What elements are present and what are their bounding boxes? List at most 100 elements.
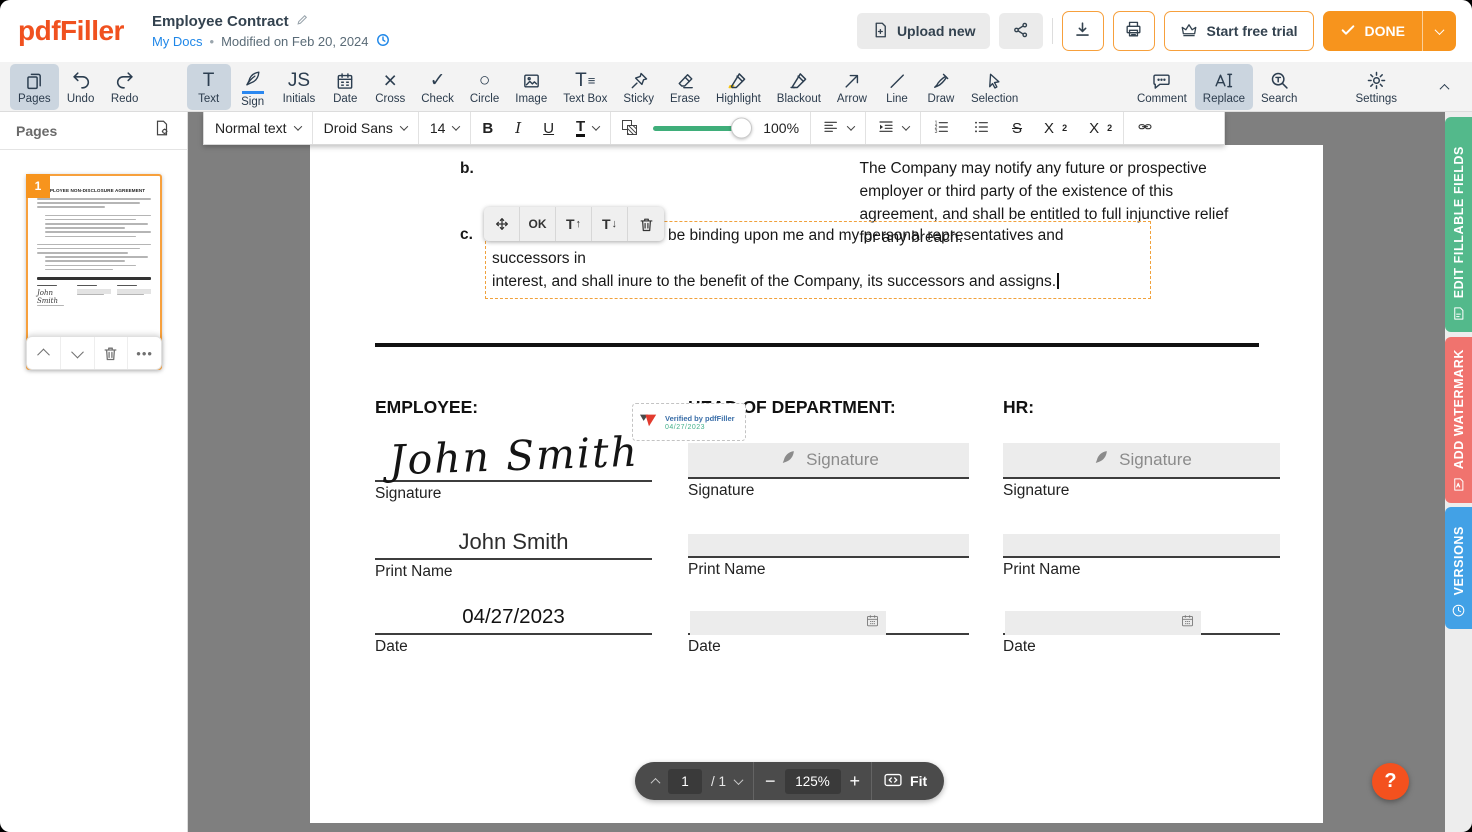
rename-pencil-icon[interactable] xyxy=(296,13,309,31)
tool-redo[interactable]: Redo xyxy=(103,64,147,110)
tool-settings[interactable]: Settings xyxy=(1347,64,1405,110)
tool-highlight[interactable]: Highlight xyxy=(708,64,769,110)
delete-element-button[interactable] xyxy=(628,207,664,241)
highlighter-icon xyxy=(727,68,749,91)
hr-signature-field[interactable]: Signature xyxy=(1003,443,1280,479)
tool-check[interactable]: ✓ Check xyxy=(413,64,462,110)
tool-text[interactable]: T Text xyxy=(187,64,231,110)
align-select[interactable] xyxy=(811,112,865,144)
subscript-button[interactable]: X2 xyxy=(1078,112,1123,144)
page-thumbnail[interactable]: 1 EMPLOYEE NON-DISCLOSURE AGREEMENT John xyxy=(26,174,162,370)
done-button-group: DONE xyxy=(1323,11,1456,51)
paragraph-style-select[interactable]: Normal text xyxy=(204,112,312,144)
edit-fillable-fields-tab[interactable]: EDIT FILLABLE FIELDS xyxy=(1445,117,1472,332)
delete-page-button[interactable] xyxy=(94,337,128,369)
hod-signature-field[interactable]: Signature xyxy=(688,443,969,479)
page-manage-icon[interactable] xyxy=(153,119,171,142)
print-icon xyxy=(1124,20,1143,42)
tool-draw[interactable]: Draw xyxy=(919,64,963,110)
tool-circle[interactable]: ○ Circle xyxy=(462,64,507,110)
sign-quill-icon xyxy=(242,65,263,88)
history-clock-icon[interactable] xyxy=(376,33,390,50)
tool-text-box[interactable]: T≡ Text Box xyxy=(555,64,615,110)
opacity-icon xyxy=(611,112,649,144)
hr-print-name-field[interactable] xyxy=(1003,534,1280,558)
right-tab-strip: EDIT FILLABLE FIELDS ADD WATERMARK VERSI… xyxy=(1445,112,1472,832)
font-size-select[interactable]: 14 xyxy=(419,112,471,144)
bold-button[interactable]: B xyxy=(471,112,504,144)
share-button[interactable] xyxy=(999,13,1043,49)
hod-date-field[interactable] xyxy=(690,611,886,635)
tool-line[interactable]: Line xyxy=(875,64,919,110)
font-size-increase-button[interactable]: T↑ xyxy=(556,207,592,241)
text-color-select[interactable]: T xyxy=(565,112,610,144)
download-button[interactable] xyxy=(1062,11,1104,51)
tool-image[interactable]: Image xyxy=(507,64,555,110)
opacity-slider[interactable] xyxy=(653,126,748,131)
ok-button[interactable]: OK xyxy=(520,207,556,241)
image-icon xyxy=(521,68,542,91)
page-more-options-button[interactable]: ••• xyxy=(127,337,161,369)
tool-replace[interactable]: Replace xyxy=(1195,64,1253,110)
breadcrumb-my-docs[interactable]: My Docs xyxy=(152,34,203,49)
font-family-select[interactable]: Droid Sans xyxy=(313,112,418,144)
bullet-list-icon xyxy=(972,119,990,138)
tool-erase[interactable]: Erase xyxy=(662,64,708,110)
next-page-button[interactable] xyxy=(735,778,742,785)
page-zoom-bar: 1 / 1 − 125% + Fit xyxy=(635,762,944,800)
add-watermark-tab[interactable]: ADD WATERMARK xyxy=(1445,337,1472,503)
tool-search[interactable]: Search xyxy=(1253,64,1305,110)
tool-undo[interactable]: Undo xyxy=(59,64,103,110)
bullet-list-button[interactable] xyxy=(961,112,1001,144)
start-free-trial-button[interactable]: Start free trial xyxy=(1164,11,1314,51)
meta-separator: • xyxy=(210,34,215,49)
employee-print-name-field[interactable]: John Smith xyxy=(375,516,652,560)
done-dropdown-button[interactable] xyxy=(1422,11,1456,51)
upload-new-button[interactable]: Upload new xyxy=(857,13,990,49)
clause-c-line2: interest, and shall inure to the benefit… xyxy=(492,270,1144,293)
tool-pages[interactable]: Pages xyxy=(10,64,59,110)
move-element-button[interactable] xyxy=(484,207,520,241)
underline-button[interactable]: U xyxy=(532,112,565,144)
blackout-marker-icon xyxy=(788,68,810,91)
document-page[interactable]: b. The Company may notify any future or … xyxy=(310,145,1323,823)
ordered-list-button[interactable]: 123 xyxy=(921,112,961,144)
opacity-slider-thumb[interactable] xyxy=(731,118,752,139)
tool-initials[interactable]: JS Initials xyxy=(275,64,324,110)
strikethrough-button[interactable]: S xyxy=(1001,112,1033,144)
versions-tab[interactable]: VERSIONS xyxy=(1445,507,1472,629)
comment-icon xyxy=(1151,68,1172,91)
tool-comment[interactable]: Comment xyxy=(1129,64,1195,110)
tool-cross[interactable]: × Cross xyxy=(367,64,413,110)
page-number-input[interactable]: 1 xyxy=(668,769,702,794)
tool-date[interactable]: Date xyxy=(323,64,367,110)
tool-selection[interactable]: Selection xyxy=(963,64,1026,110)
done-button[interactable]: DONE xyxy=(1323,11,1422,51)
tool-sticky[interactable]: Sticky xyxy=(615,64,662,110)
print-button[interactable] xyxy=(1113,11,1155,51)
zoom-level[interactable]: 125% xyxy=(785,769,841,794)
italic-button[interactable]: I xyxy=(504,112,532,144)
employee-signature-field[interactable]: John Smith xyxy=(375,423,652,482)
indent-select[interactable] xyxy=(866,112,920,144)
tool-sign[interactable]: Sign xyxy=(231,64,275,110)
hr-date-field[interactable] xyxy=(1005,611,1201,635)
fit-width-button[interactable]: Fit xyxy=(883,772,927,791)
collapse-toolbar-button[interactable] xyxy=(1441,79,1448,94)
tool-arrow[interactable]: Arrow xyxy=(829,64,875,110)
link-button[interactable] xyxy=(1124,112,1166,144)
tool-blackout[interactable]: Blackout xyxy=(769,64,829,110)
move-page-down-button[interactable] xyxy=(60,337,94,369)
text-tool-icon: T xyxy=(203,68,215,91)
zoom-in-button[interactable]: + xyxy=(850,772,861,790)
move-page-up-button[interactable] xyxy=(27,337,60,369)
eraser-icon xyxy=(675,68,696,91)
font-size-decrease-button[interactable]: T↓ xyxy=(592,207,628,241)
superscript-button[interactable]: X2 xyxy=(1033,112,1078,144)
employee-date-field[interactable]: 04/27/2023 xyxy=(375,595,652,635)
zoom-out-button[interactable]: − xyxy=(765,772,776,790)
help-button[interactable]: ? xyxy=(1372,763,1409,800)
verified-stamp[interactable]: Verified by pdfFiller 04/27/2023 xyxy=(632,403,746,441)
previous-page-button[interactable] xyxy=(652,778,659,785)
hod-print-name-field[interactable] xyxy=(688,534,969,558)
